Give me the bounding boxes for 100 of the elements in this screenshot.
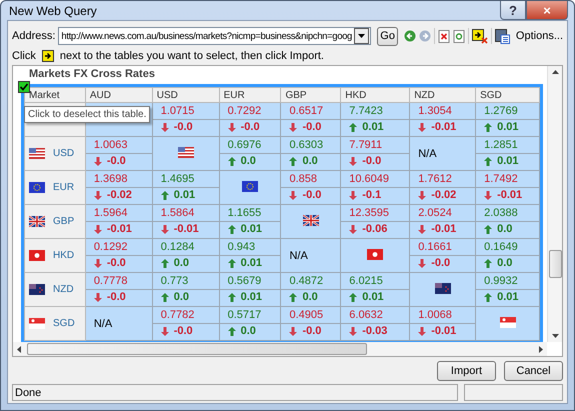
rate-cell: 0.7292 bbox=[219, 102, 281, 120]
change-value: 0.0 bbox=[240, 155, 256, 168]
rate-cell: 0.7782 bbox=[152, 306, 220, 324]
flag-icon bbox=[29, 216, 45, 227]
change-value: 0.01 bbox=[497, 291, 518, 304]
change-value: -0.0 bbox=[106, 291, 126, 304]
change-value: -0.01 bbox=[431, 325, 456, 338]
change-value: -0.02 bbox=[106, 189, 132, 202]
market-label: NZD bbox=[53, 284, 74, 295]
rate-cell: 1.0068 bbox=[410, 306, 476, 324]
column-header: HKD bbox=[340, 88, 410, 102]
change-value: 0.01 bbox=[362, 121, 384, 134]
rate-cell: 7.7423 bbox=[340, 102, 410, 120]
change-value: -0.06 bbox=[362, 223, 388, 236]
change-value: 0.0 bbox=[174, 257, 190, 270]
address-label: Address: bbox=[12, 30, 56, 42]
change-value: -0.0 bbox=[174, 325, 193, 338]
help-button[interactable]: ? bbox=[500, 1, 526, 20]
window-title: New Web Query bbox=[8, 4, 97, 18]
options-icon[interactable] bbox=[494, 28, 510, 44]
refresh-icon[interactable] bbox=[453, 30, 466, 42]
change-value: -0.0 bbox=[240, 121, 260, 134]
address-field[interactable]: http://www.news.com.au/business/markets?nicmp=business&nipchn=goog bbox=[58, 27, 371, 45]
change-value: 0.0 bbox=[174, 291, 190, 304]
rate-cell: 1.2769 bbox=[476, 102, 540, 120]
change-value: 0.0 bbox=[240, 325, 256, 338]
flag-icon bbox=[29, 250, 45, 261]
change-value: 0.0 bbox=[302, 155, 318, 168]
change-value: -0.01 bbox=[431, 223, 456, 236]
market-label: GBP bbox=[53, 216, 74, 227]
flag-icon bbox=[367, 248, 384, 260]
change-value: -0.1 bbox=[362, 189, 382, 202]
change-value: -0.01 bbox=[431, 121, 456, 134]
rate-cell: 2.0524 bbox=[410, 204, 476, 222]
rate-cell: 12.3595 bbox=[340, 204, 410, 222]
rate-cell: 6.0632 bbox=[340, 306, 410, 324]
rate-cell: 0.858 bbox=[280, 170, 341, 188]
market-label: EUR bbox=[53, 182, 74, 193]
checkbox-icon[interactable] bbox=[18, 81, 30, 93]
change-value: 0.01 bbox=[174, 189, 196, 202]
go-button[interactable]: Go bbox=[377, 26, 398, 46]
scroll-down-icon[interactable] bbox=[552, 334, 558, 338]
change-value: 0.0 bbox=[497, 257, 512, 270]
rate-cell: 0.4872 bbox=[280, 272, 341, 290]
scroll-up-icon[interactable] bbox=[552, 70, 558, 74]
change-value: 0.01 bbox=[240, 291, 262, 304]
dropdown-icon[interactable] bbox=[358, 34, 365, 38]
change-value: -0.01 bbox=[106, 223, 132, 236]
rate-cell: 0.5679 bbox=[219, 272, 281, 290]
rate-cell: 0.1661 bbox=[410, 238, 476, 256]
cancel-button[interactable]: Cancel bbox=[504, 361, 563, 381]
rate-cell: 0.943 bbox=[219, 238, 281, 256]
change-value: 0.01 bbox=[240, 257, 262, 270]
change-value: -0.01 bbox=[174, 223, 199, 236]
rate-cell: 1.3698 bbox=[85, 170, 152, 188]
scrollbar-thumb[interactable] bbox=[548, 250, 562, 278]
import-button[interactable]: Import bbox=[437, 361, 496, 381]
rate-cell: 1.2851 bbox=[476, 136, 540, 154]
market-label: SGD bbox=[53, 318, 75, 329]
rate-cell: 1.0063 bbox=[85, 136, 152, 154]
page-heading: Markets FX Cross Rates bbox=[28, 68, 156, 82]
rate-cell: 0.7778 bbox=[85, 272, 152, 290]
change-value: -0.0 bbox=[302, 189, 322, 202]
flag-icon bbox=[500, 316, 516, 328]
rate-cell: 0.773 bbox=[152, 272, 220, 290]
rate-cell: 1.4695 bbox=[152, 170, 220, 188]
horizontal-scrollbar[interactable] bbox=[13, 342, 547, 356]
change-value: 0.0 bbox=[302, 291, 318, 304]
flag-icon bbox=[29, 148, 45, 159]
rate-cell: 1.1655 bbox=[219, 204, 281, 222]
market-label: USD bbox=[53, 148, 74, 159]
arrow-marker-icon bbox=[42, 50, 54, 62]
flag-icon bbox=[29, 182, 45, 193]
market-label: HKD bbox=[53, 250, 74, 261]
back-icon[interactable] bbox=[404, 30, 416, 42]
flag-icon bbox=[434, 282, 451, 294]
tooltip: Click to deselect this table. bbox=[24, 106, 150, 123]
options-button[interactable]: Options... bbox=[512, 30, 563, 42]
rate-cell: 0.6303 bbox=[280, 136, 341, 154]
rate-cell: 6.0215 bbox=[340, 272, 410, 290]
rate-cell: 2.0388 bbox=[476, 204, 540, 222]
scroll-left-icon[interactable] bbox=[17, 346, 21, 352]
hide-icons-icon[interactable] bbox=[472, 28, 488, 44]
change-value: 0.01 bbox=[497, 155, 518, 168]
rate-cell: 0.1649 bbox=[476, 238, 540, 256]
rate-cell: 1.5964 bbox=[85, 204, 152, 222]
scrollbar-thumb[interactable] bbox=[27, 343, 367, 355]
change-value: 0.0 bbox=[497, 223, 512, 236]
vertical-scrollbar[interactable] bbox=[547, 66, 562, 342]
scroll-right-icon[interactable] bbox=[539, 346, 543, 352]
rate-cell: 0.9932 bbox=[476, 272, 540, 290]
rate-cell: 0.6976 bbox=[219, 136, 281, 154]
column-header: NZD bbox=[410, 88, 476, 102]
column-header: USD bbox=[152, 88, 220, 102]
flag-icon bbox=[302, 214, 319, 226]
change-value: -0.0 bbox=[106, 257, 126, 270]
table-cell: N/A bbox=[85, 306, 152, 340]
change-value: -0.0 bbox=[302, 121, 322, 134]
rate-cell: 0.4905 bbox=[280, 306, 341, 324]
stop-icon[interactable] bbox=[438, 30, 450, 42]
